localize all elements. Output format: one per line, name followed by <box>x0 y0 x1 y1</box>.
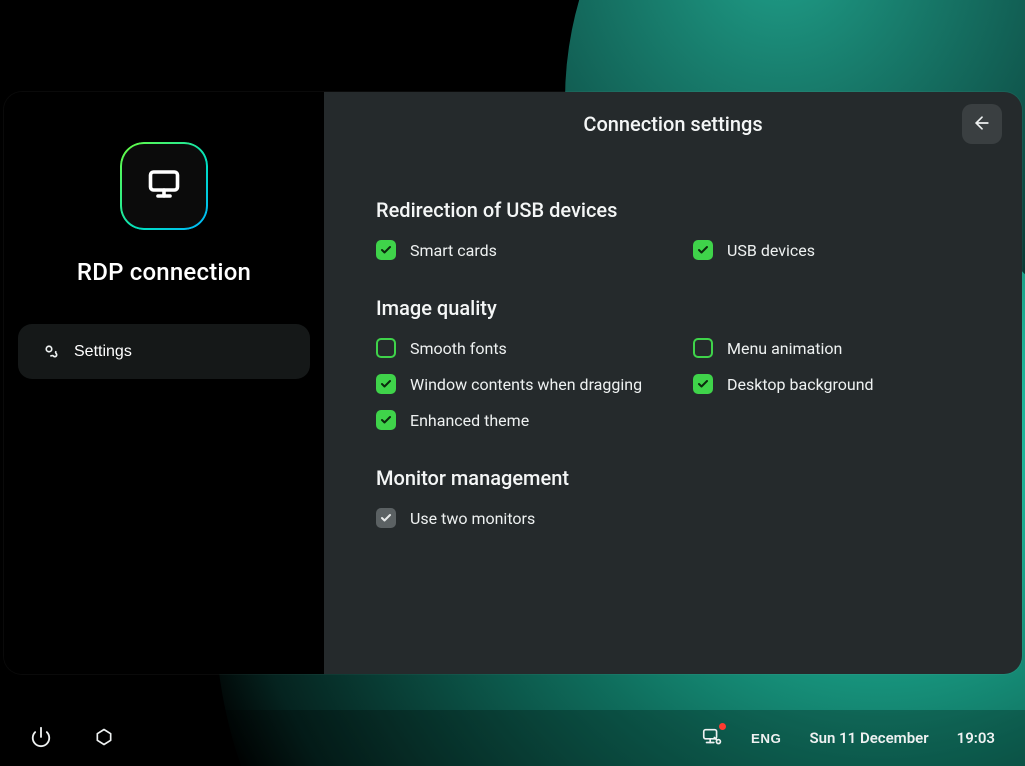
gear-icon <box>38 338 60 365</box>
sidebar-nav: Settings <box>18 324 310 379</box>
checkbox-smooth-fonts[interactable]: Smooth fonts <box>376 338 653 358</box>
section-title-monitor: Monitor management <box>376 466 970 490</box>
checkbox-icon <box>376 338 396 358</box>
section-usb: Redirection of USB devices Smart cards U… <box>376 198 970 260</box>
monitor-icon <box>146 166 182 206</box>
checkbox-icon <box>693 374 713 394</box>
power-icon <box>30 726 52 751</box>
checkbox-icon <box>376 508 396 528</box>
taskbar-time: 19:03 <box>957 729 995 747</box>
power-button[interactable] <box>30 726 52 751</box>
home-button[interactable] <box>94 727 114 750</box>
section-title-image: Image quality <box>376 296 970 320</box>
checkbox-label: USB devices <box>727 241 815 260</box>
checkbox-icon <box>376 374 396 394</box>
checkbox-enhanced-theme[interactable]: Enhanced theme <box>376 410 653 430</box>
checkbox-icon <box>693 338 713 358</box>
checkbox-label: Enhanced theme <box>410 411 529 430</box>
panel-title: Connection settings <box>583 112 762 136</box>
app-title: RDP connection <box>77 258 251 286</box>
section-title-usb: Redirection of USB devices <box>376 198 970 222</box>
checkbox-label: Smart cards <box>410 241 497 260</box>
section-monitor: Monitor management Use two monitors <box>376 466 970 528</box>
checkbox-usb-devices[interactable]: USB devices <box>693 240 970 260</box>
checkbox-icon <box>376 410 396 430</box>
taskbar: ENG Sun 11 December 19:03 <box>0 710 1025 766</box>
taskbar-date: Sun 11 December <box>809 729 928 747</box>
sidebar: RDP connection Settings <box>4 92 324 674</box>
checkbox-smart-cards[interactable]: Smart cards <box>376 240 653 260</box>
sidebar-item-label: Settings <box>74 343 132 361</box>
language-indicator[interactable]: ENG <box>751 731 781 746</box>
panel-header: Connection settings <box>376 92 970 156</box>
checkbox-menu-animation[interactable]: Menu animation <box>693 338 970 358</box>
sidebar-item-settings[interactable]: Settings <box>18 324 310 379</box>
arrow-left-icon <box>972 113 992 136</box>
checkbox-two-monitors[interactable]: Use two monitors <box>376 508 970 528</box>
checkbox-label: Use two monitors <box>410 509 535 528</box>
back-button[interactable] <box>962 104 1002 144</box>
checkbox-label: Desktop background <box>727 375 874 394</box>
network-tray-button[interactable] <box>701 726 723 751</box>
checkbox-icon <box>693 240 713 260</box>
checkbox-label: Smooth fonts <box>410 339 507 358</box>
section-image-quality: Image quality Smooth fonts Menu animatio… <box>376 296 970 430</box>
settings-window: RDP connection Settings Connection setti… <box>4 92 1022 674</box>
app-badge <box>120 142 208 230</box>
main-panel: Connection settings Redirection of USB d… <box>324 92 1022 674</box>
checkbox-label: Menu animation <box>727 339 842 358</box>
taskbar-right: ENG Sun 11 December 19:03 <box>701 726 995 751</box>
notification-dot-icon <box>719 723 726 730</box>
hexagon-icon <box>94 727 114 750</box>
checkbox-desktop-background[interactable]: Desktop background <box>693 374 970 394</box>
checkbox-label: Window contents when dragging <box>410 375 642 394</box>
checkbox-window-drag-contents[interactable]: Window contents when dragging <box>376 374 653 394</box>
checkbox-icon <box>376 240 396 260</box>
taskbar-left <box>30 726 114 751</box>
